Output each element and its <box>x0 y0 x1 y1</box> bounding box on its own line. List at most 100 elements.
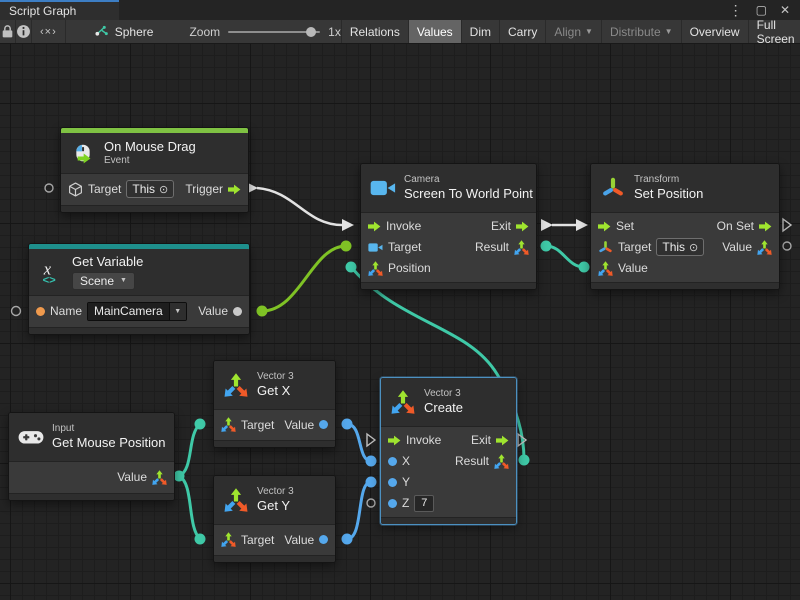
vector3-port-icon[interactable] <box>514 240 529 255</box>
vector3-port-icon[interactable] <box>152 470 167 485</box>
target-port-label: Target <box>241 418 274 432</box>
distribute-button[interactable]: Distribute▼ <box>601 20 681 43</box>
port-setposition-valueout-unconnected[interactable] <box>783 242 791 250</box>
node-kind: Event <box>104 155 196 167</box>
name-port-label: Name <box>50 304 82 318</box>
node-title: Get Y <box>257 498 294 514</box>
lock-button[interactable] <box>0 20 16 43</box>
port-setposition-onset-unconnected[interactable] <box>783 219 791 231</box>
node-kind: Input <box>52 423 165 435</box>
dim-button[interactable]: Dim <box>461 20 499 43</box>
graph-canvas[interactable]: On Mouse Drag Event Target This ⊙ Trigge… <box>0 44 800 600</box>
node-screen-to-world-point[interactable]: Camera Screen To World Point Invoke Exit… <box>360 163 537 290</box>
value-port-label: Value <box>198 304 228 318</box>
port-create-invoke-unconnected[interactable] <box>367 434 375 446</box>
value-in-port-label: Value <box>618 261 648 275</box>
info-button[interactable] <box>16 20 32 43</box>
port-setposition-value-in[interactable] <box>579 262 590 273</box>
vector3-port-icon[interactable] <box>757 240 772 255</box>
close-icon[interactable]: ✕ <box>780 4 790 16</box>
tab-script-graph[interactable]: Script Graph <box>0 0 119 20</box>
flow-output-arrow-icon[interactable] <box>496 435 509 446</box>
value-port-dot[interactable] <box>233 307 242 316</box>
z-value-field[interactable]: 7 <box>414 495 434 512</box>
flow-input-arrow-icon[interactable] <box>598 221 611 232</box>
node-kind: Camera <box>404 174 533 186</box>
x-port-dot[interactable] <box>388 457 397 466</box>
values-button[interactable]: Values <box>408 20 461 43</box>
vector3-port-icon[interactable] <box>368 261 383 276</box>
node-get-y[interactable]: Vector 3 Get Y Target Value <box>213 475 336 563</box>
fullscreen-button[interactable]: Full Screen <box>748 20 800 43</box>
y-port-dot[interactable] <box>388 478 397 487</box>
flow-input-arrow-icon[interactable] <box>368 221 381 232</box>
maximize-icon[interactable]: ▢ <box>756 4 767 16</box>
window-titlebar: Script Graph ⋮ ▢ ✕ <box>0 0 800 20</box>
port-create-exit-unconnected[interactable] <box>518 434 526 446</box>
port-create-z-unconnected[interactable] <box>367 499 375 507</box>
zoom-slider-handle[interactable] <box>306 27 316 37</box>
node-on-mouse-drag[interactable]: On Mouse Drag Event Target This ⊙ Trigge… <box>60 127 249 213</box>
port-camera-result-out[interactable] <box>541 241 552 252</box>
name-port-dot[interactable] <box>36 307 45 316</box>
node-footer <box>9 493 174 500</box>
node-footer <box>61 205 248 212</box>
vector3-port-icon[interactable] <box>494 454 509 469</box>
this-target-chip[interactable]: This ⊙ <box>126 180 174 198</box>
align-button[interactable]: Align▼ <box>545 20 601 43</box>
node-title: Set Position <box>634 186 703 202</box>
node-title: Get Mouse Position <box>52 435 165 451</box>
node-get-mouse-position[interactable]: Input Get Mouse Position Value <box>8 412 175 501</box>
vector3-port-icon[interactable] <box>221 417 236 432</box>
vector3-port-icon[interactable] <box>221 532 236 547</box>
value-port-dot[interactable] <box>319 420 328 429</box>
port-gety-value-out[interactable] <box>342 534 353 545</box>
vector3-icon <box>390 390 416 414</box>
transform-port-icon[interactable] <box>598 240 613 255</box>
variable-icon: x<> <box>38 260 64 284</box>
chevron-down-icon[interactable]: ▼ <box>169 303 186 320</box>
value-port-label: Value <box>284 533 314 547</box>
z-port-dot[interactable] <box>388 499 397 508</box>
onset-port-label: On Set <box>717 219 754 233</box>
window-menu-icon[interactable]: ⋮ <box>729 3 743 17</box>
node-set-position[interactable]: Transform Set Position Set On Set Target… <box>590 163 780 290</box>
port-variable-value-out[interactable] <box>257 306 268 317</box>
port-camera-target-in[interactable] <box>341 241 352 252</box>
port-mouseposition-value-out[interactable] <box>174 471 185 482</box>
flow-input-arrow-icon[interactable] <box>388 435 401 446</box>
graph-owner-button[interactable]: Sphere <box>84 20 164 43</box>
port-getx-value-out[interactable] <box>342 419 353 430</box>
carry-button[interactable]: Carry <box>499 20 545 43</box>
wire-result-to-value <box>541 241 590 273</box>
port-create-result-out[interactable] <box>519 455 530 466</box>
node-get-variable[interactable]: x<> Get Variable Scene ▼ Name MainCamera… <box>28 243 250 335</box>
zoom-slider[interactable] <box>228 31 320 33</box>
gameobject-cube-icon[interactable] <box>68 182 83 197</box>
object-picker-icon[interactable]: ⊙ <box>159 183 168 196</box>
node-get-x[interactable]: Vector 3 Get X Target Value <box>213 360 336 448</box>
this-target-chip[interactable]: This ⊙ <box>656 238 704 256</box>
port-gety-target-in[interactable] <box>195 534 206 545</box>
flow-output-arrow-icon[interactable] <box>516 221 529 232</box>
vector3-port-icon[interactable] <box>598 261 613 276</box>
camera-port-icon[interactable] <box>368 242 383 253</box>
edit-graph-button[interactable]: ‹×› <box>32 20 66 43</box>
position-port-label: Position <box>388 261 431 275</box>
variable-name-dropdown[interactable]: MainCamera ▼ <box>87 302 187 321</box>
result-port-label: Result <box>475 240 509 254</box>
port-create-y-in[interactable] <box>366 477 377 488</box>
port-camera-position-in[interactable] <box>346 262 357 273</box>
flow-output-arrow-icon[interactable] <box>759 221 772 232</box>
port-variable-name-unconnected[interactable] <box>12 307 21 316</box>
object-picker-icon[interactable]: ⊙ <box>689 241 698 254</box>
relations-button[interactable]: Relations <box>341 20 408 43</box>
overview-button[interactable]: Overview <box>681 20 748 43</box>
port-create-x-in[interactable] <box>366 456 377 467</box>
variable-scope-dropdown[interactable]: Scene ▼ <box>72 272 135 290</box>
port-getx-target-in[interactable] <box>195 419 206 430</box>
value-port-dot[interactable] <box>319 535 328 544</box>
node-vector3-create[interactable]: Vector 3 Create Invoke Exit X Result <box>380 377 517 525</box>
port-mousedrag-target-unconnected[interactable] <box>45 184 53 192</box>
flow-output-arrow-icon[interactable] <box>228 184 241 195</box>
